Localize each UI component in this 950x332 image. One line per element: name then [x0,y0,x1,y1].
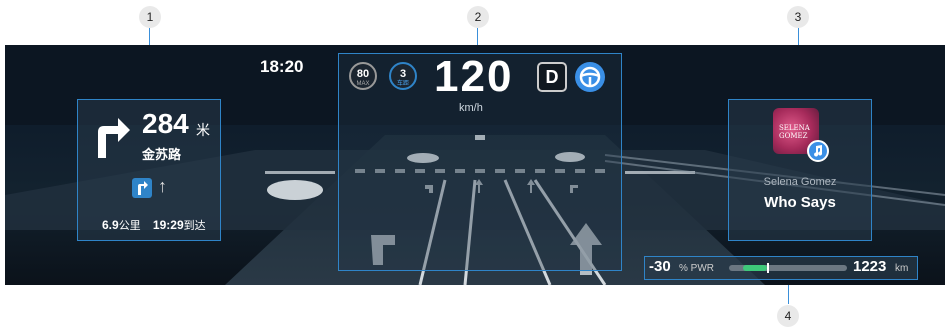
range-value: 1223 [853,258,887,275]
gear-indicator: D [537,62,567,92]
artist-name: Selena Gomez [763,176,837,188]
power-gauge-fill [743,265,767,271]
album-art-text: SELENA GOMEZ [779,124,810,140]
road-name: 金苏路 [142,147,182,162]
range-unit: km [895,263,909,274]
speed-limit-value: 80 [356,68,370,80]
following-gap-label: 车距 [396,81,409,87]
remaining-distance: 6.9 [102,218,119,232]
arrival-time: 19:29 [152,218,184,232]
music-app-icon [807,140,829,162]
speed-unit: km/h [459,102,483,114]
speed-limit-sign: 80 MAX [349,62,377,90]
trip-summary: 6.9公里 19:29到达 [102,217,206,233]
power-label: % PWR [679,263,714,274]
power-gauge-zero-mark [767,263,769,273]
lane-turn-right-icon [132,178,152,198]
callout-2: 2 [467,6,489,28]
dashboard-screen: 18:20 284 米 金苏路 ↑ 6.9公里 19:29到达 80 MAX 3… [5,45,945,285]
turn-distance: 284 [142,108,189,139]
power-range-bar: -30 % PWR 1223 km [644,256,918,280]
remaining-distance-unit: 公里 [118,220,141,232]
callout-3: 3 [787,6,809,28]
power-gauge [729,263,847,273]
steering-wheel-icon[interactable] [575,62,605,92]
power-value: -30 [649,258,671,275]
lane-straight-icon: ↑ [158,176,167,196]
following-gap-indicator: 3 车距 [389,62,417,90]
speed-panel: 80 MAX 3 车距 120 D km/h [338,52,622,271]
clock: 18:20 [260,57,304,76]
speed-limit-label: MAX [356,81,370,87]
music-panel[interactable]: SELENA GOMEZ Selena Gomez Who Says [728,99,872,241]
turn-distance-unit: 米 [196,122,210,138]
arrival-label: 到达 [183,220,206,232]
current-speed: 120 [434,52,514,101]
callout-4: 4 [777,305,799,327]
callout-1: 1 [139,6,161,28]
following-gap-value: 3 [399,68,407,80]
turn-right-icon [98,118,130,158]
song-title: Who Says [764,194,836,211]
navigation-panel[interactable]: 284 米 金苏路 ↑ 6.9公里 19:29到达 [77,99,221,241]
